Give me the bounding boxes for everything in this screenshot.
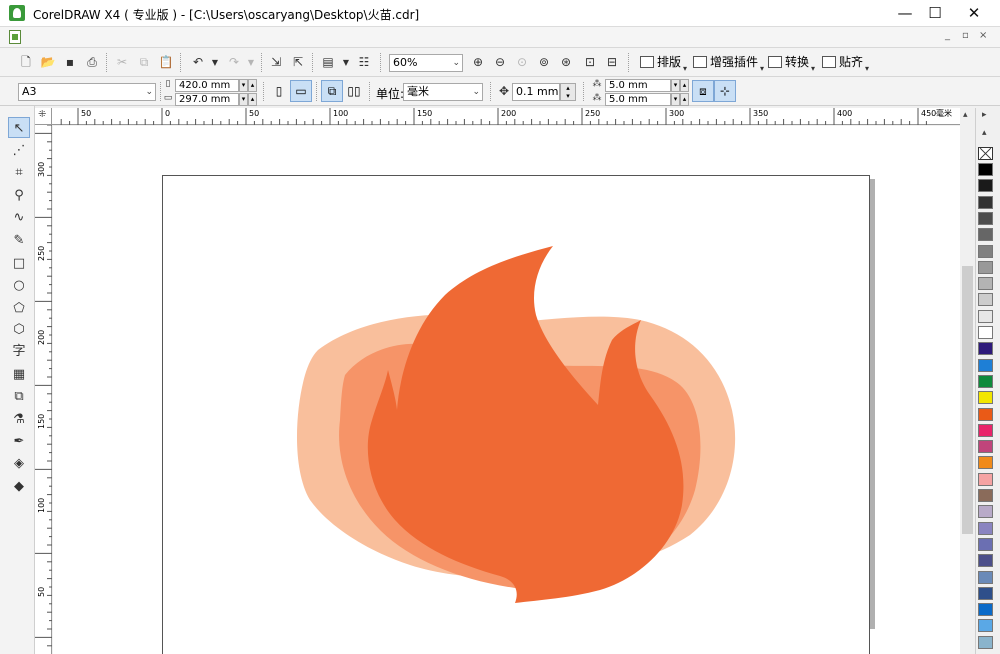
color-swatch[interactable] [978, 228, 993, 242]
color-swatch[interactable] [978, 244, 993, 258]
color-swatch[interactable] [978, 195, 993, 209]
color-swatch[interactable] [978, 586, 993, 600]
vertical-scroll-thumb[interactable] [962, 266, 973, 534]
color-swatch[interactable] [978, 260, 993, 274]
color-swatch[interactable] [978, 603, 993, 617]
palette-scroll-up-icon[interactable]: ▴ [982, 128, 987, 138]
flame-artwork[interactable] [0, 0, 960, 654]
color-swatch[interactable] [978, 521, 993, 535]
color-swatch[interactable] [978, 179, 993, 193]
close-button[interactable]: ✕ [955, 0, 993, 27]
color-swatch[interactable] [978, 489, 993, 502]
color-swatch[interactable] [978, 505, 993, 519]
color-swatch[interactable] [978, 391, 993, 405]
color-swatch[interactable] [978, 554, 993, 568]
color-swatch[interactable] [978, 277, 993, 291]
color-swatch[interactable] [978, 472, 993, 486]
no-fill-swatch[interactable] [978, 147, 993, 160]
doc-close-button[interactable]: × [979, 30, 987, 41]
palette-flyout-icon[interactable]: ▸ [982, 110, 987, 120]
vertical-scrollbar[interactable]: ▴ [960, 108, 975, 654]
color-swatch[interactable] [978, 456, 993, 470]
color-swatch[interactable] [978, 440, 993, 454]
color-palette: ▸ ▴ [975, 108, 1000, 654]
color-swatch[interactable] [978, 211, 993, 225]
color-swatch[interactable] [978, 619, 993, 633]
color-swatch[interactable] [978, 407, 993, 421]
color-swatch[interactable] [978, 358, 993, 372]
color-swatch[interactable] [978, 342, 993, 356]
color-swatch[interactable] [978, 163, 993, 176]
color-swatch[interactable] [978, 423, 993, 437]
color-swatch[interactable] [978, 309, 993, 323]
color-swatch[interactable] [978, 293, 993, 307]
color-swatch[interactable] [978, 570, 993, 584]
color-swatch[interactable] [978, 537, 993, 551]
coreldraw-window: CorelDRAW X4 ( 专业版 ) - [C:\Users\oscarya… [0, 0, 1000, 654]
scroll-up-arrow-icon[interactable]: ▴ [963, 110, 968, 120]
color-swatch[interactable] [978, 374, 993, 388]
doc-restore-button[interactable]: ▫ [962, 30, 969, 41]
color-swatch[interactable] [978, 635, 993, 649]
color-swatch[interactable] [978, 326, 993, 339]
